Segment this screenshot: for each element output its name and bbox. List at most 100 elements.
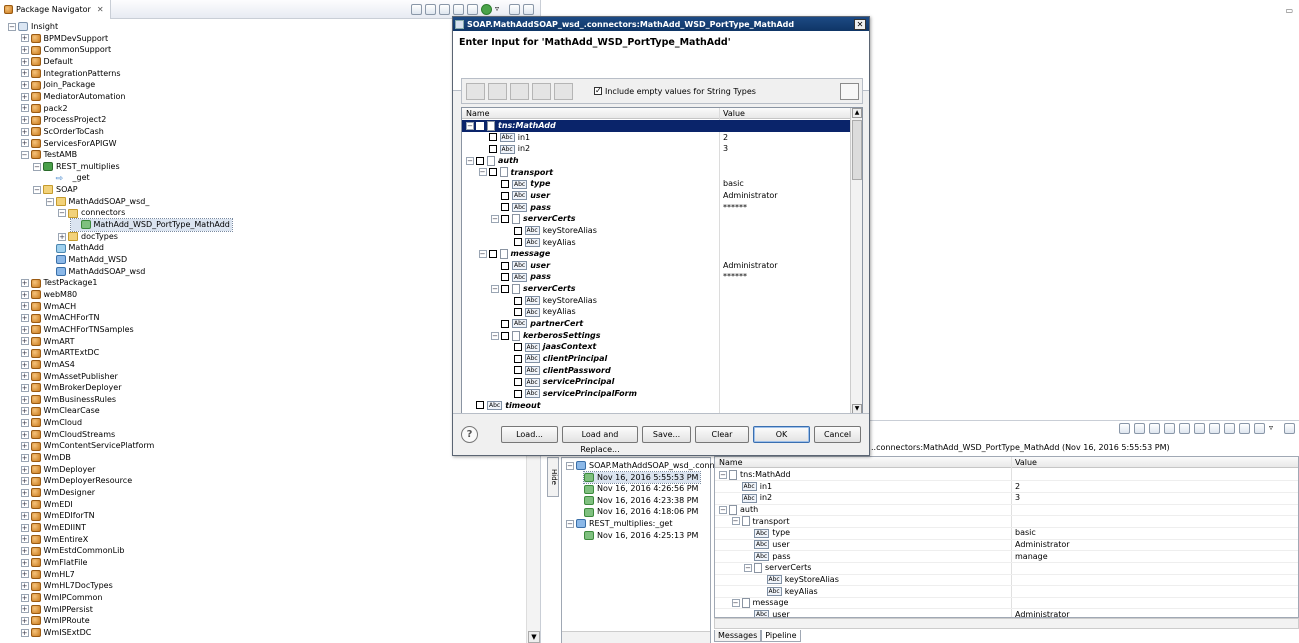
history-horizontal-scrollbar[interactable] xyxy=(562,631,710,643)
load-button[interactable]: Load... xyxy=(501,426,558,443)
column-value-header[interactable]: Value xyxy=(1015,457,1037,468)
expand-toggle-icon[interactable]: − xyxy=(45,197,54,206)
input-tree-row[interactable]: Abc user Administrator xyxy=(462,260,850,272)
expand-toggle-icon[interactable]: + xyxy=(20,535,29,544)
expand-toggle-icon[interactable]: − xyxy=(478,249,487,258)
help-icon[interactable]: ? xyxy=(461,426,478,443)
history-item[interactable]: − SOAP.MathAddSOAP_wsd_.connec xyxy=(566,460,724,472)
input-tree-scrollbar[interactable]: ▲ ▼ xyxy=(850,108,862,414)
tree-item[interactable]: + WmClearCase xyxy=(20,405,100,417)
history-item[interactable]: Nov 16, 2016 4:26:56 PM xyxy=(584,483,698,495)
hide-toggle[interactable]: Hide xyxy=(547,457,559,497)
history-item[interactable]: Nov 16, 2016 4:18:06 PM xyxy=(584,506,698,518)
link-icon[interactable] xyxy=(1224,423,1235,434)
include-checkbox[interactable] xyxy=(501,191,509,200)
input-tree-row[interactable]: − serverCerts xyxy=(462,283,850,295)
remove-icon[interactable] xyxy=(1134,423,1145,434)
expand-toggle-icon[interactable]: − xyxy=(491,215,499,223)
tree-item[interactable]: − MathAddSOAP_wsd_ xyxy=(45,196,149,208)
expand-toggle-icon[interactable]: + xyxy=(20,290,29,299)
include-checkbox[interactable] xyxy=(513,378,522,387)
expand-toggle-icon[interactable]: − xyxy=(491,331,499,340)
input-tree-row[interactable]: Abc keyAlias xyxy=(462,306,850,318)
include-checkbox[interactable] xyxy=(513,238,522,247)
tree-item[interactable]: + WmBrokerDeployer xyxy=(20,382,121,394)
input-tree-row[interactable]: − message xyxy=(462,248,850,260)
history-item[interactable]: Nov 16, 2016 4:23:38 PM xyxy=(584,495,698,507)
expand-toggle-icon[interactable]: + xyxy=(20,500,29,509)
grid-horizontal-scrollbar[interactable] xyxy=(714,618,1299,629)
pipeline-row[interactable]: Abc in1 xyxy=(732,481,772,493)
history-item[interactable]: Nov 16, 2016 5:55:53 PM xyxy=(582,470,702,485)
include-checkbox[interactable] xyxy=(501,180,509,189)
pipeline-row[interactable]: − auth xyxy=(719,504,758,516)
expand-toggle-icon[interactable]: + xyxy=(20,57,29,66)
expand-toggle-icon[interactable]: − xyxy=(8,22,16,31)
close-icon[interactable]: ✕ xyxy=(97,5,104,14)
expand-toggle-icon[interactable]: + xyxy=(20,360,29,369)
tree-item[interactable]: + WmISExtDC xyxy=(20,627,91,639)
expand-toggle-icon[interactable]: + xyxy=(20,314,29,323)
tree-item[interactable]: + WmDeployerResource xyxy=(20,475,132,487)
input-tree-row[interactable]: Abc keyStoreAlias xyxy=(462,225,850,237)
tree-item[interactable]: + WmART xyxy=(20,336,75,348)
field-value[interactable]: Administrator xyxy=(723,260,778,272)
expand-toggle-icon[interactable]: − xyxy=(731,598,740,607)
include-checkbox[interactable] xyxy=(501,284,509,293)
tree-item[interactable]: + docTypes xyxy=(58,231,118,243)
cancel-button[interactable]: Cancel xyxy=(814,426,861,443)
input-tree-row[interactable]: − transport xyxy=(462,167,850,179)
minimize-icon[interactable] xyxy=(509,3,520,15)
tree-item[interactable]: + WmACHForTNSamples xyxy=(20,324,134,336)
link-editor-icon[interactable] xyxy=(425,3,436,15)
tree-item[interactable]: MathAdd_WSD_PortType_MathAdd xyxy=(69,218,233,232)
tree-item[interactable]: + WmEntireX xyxy=(20,534,88,546)
search-icon[interactable] xyxy=(1119,423,1130,434)
refresh-icon[interactable] xyxy=(453,3,464,15)
pipeline-row[interactable]: Abc user xyxy=(744,539,790,551)
tree-item[interactable]: − REST_multiplies xyxy=(33,161,120,173)
expand-toggle-icon[interactable]: − xyxy=(566,461,574,470)
save-icon[interactable] xyxy=(1179,423,1190,434)
expand-toggle-icon[interactable]: + xyxy=(20,628,29,637)
include-checkbox[interactable] xyxy=(501,261,509,270)
expand-toggle-icon[interactable]: + xyxy=(20,395,29,404)
expand-toggle-icon[interactable]: + xyxy=(20,477,29,486)
expand-toggle-icon[interactable]: + xyxy=(20,407,29,416)
expand-toggle-icon[interactable]: + xyxy=(20,488,29,497)
expand-toggle-icon[interactable]: + xyxy=(58,232,66,241)
input-tree-row[interactable]: Abc keyStoreAlias xyxy=(462,295,850,307)
include-checkbox[interactable] xyxy=(513,296,522,305)
pipeline-row[interactable]: Abc in2 xyxy=(732,492,772,504)
expand-toggle-icon[interactable]: − xyxy=(731,517,740,526)
layout-icon[interactable] xyxy=(467,3,478,15)
copy-icon[interactable] xyxy=(1194,423,1205,434)
tree-item[interactable]: + ServicesForAPIGW xyxy=(20,138,117,150)
expand-toggle-icon[interactable]: + xyxy=(20,582,29,590)
tree-item[interactable]: − Insight xyxy=(8,21,58,33)
expand-toggle-icon[interactable]: − xyxy=(466,156,474,165)
field-value[interactable]: 3 xyxy=(723,143,728,155)
input-tree-row[interactable]: − serverCerts xyxy=(462,213,850,225)
expand-toggle-icon[interactable]: + xyxy=(20,116,29,124)
pipeline-row[interactable]: − transport xyxy=(731,516,789,528)
include-checkbox[interactable] xyxy=(488,168,497,177)
expand-toggle-icon[interactable]: + xyxy=(20,92,29,101)
expand-toggle-icon[interactable]: + xyxy=(20,512,29,521)
input-tree-row[interactable]: − auth xyxy=(462,155,850,167)
tree-item[interactable]: + WmFlatFile xyxy=(20,557,87,569)
include-checkbox[interactable] xyxy=(501,215,509,223)
input-tree-row[interactable]: Abc servicePrincipal xyxy=(462,376,850,388)
tree-item[interactable]: + Default xyxy=(20,56,73,68)
expand-toggle-icon[interactable]: + xyxy=(20,430,29,439)
expand-toggle-icon[interactable]: + xyxy=(20,337,29,346)
include-checkbox[interactable] xyxy=(501,273,509,282)
forward-icon[interactable] xyxy=(1164,423,1175,434)
input-tree-row[interactable]: Abc partnerCert xyxy=(462,318,850,330)
tree-item[interactable]: + WmIPCommon xyxy=(20,592,102,604)
export-icon[interactable] xyxy=(1239,423,1250,434)
include-checkbox[interactable] xyxy=(476,401,484,410)
tree-item[interactable]: + WmACHForTN xyxy=(20,312,100,324)
include-checkbox[interactable] xyxy=(488,145,497,154)
input-tree-row[interactable]: Abc servicePrincipalForm xyxy=(462,388,850,400)
